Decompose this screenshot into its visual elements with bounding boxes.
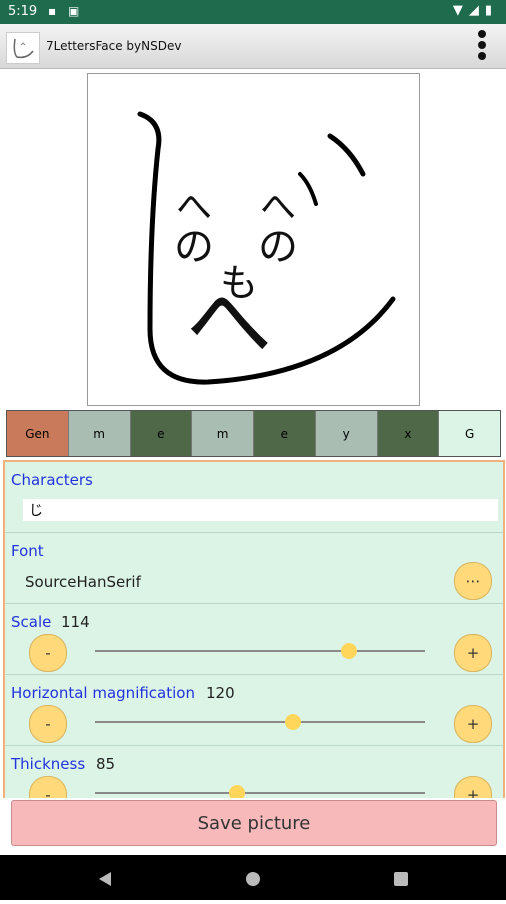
horizontal-label: Horizontal magnification [11,684,195,702]
face-picture: へ へ の の も へ [87,73,420,406]
thickness-value: 85 [96,755,116,773]
scale-label: Scale [11,613,52,631]
letter-cell[interactable]: e [254,411,316,456]
horizontal-plus-button[interactable]: + [454,705,492,743]
nav-back-icon[interactable] [99,872,111,886]
right-eyebrow: へ [260,187,296,228]
status-bar: 5:19 ▪ ▣ ▼◢▮ [0,0,506,24]
nav-home-icon[interactable] [246,872,260,886]
mouth: へ [186,273,272,373]
scale-slider-track[interactable] [95,650,425,652]
overflow-menu-icon[interactable] [474,27,490,65]
status-icons: ▼◢▮ [453,3,498,18]
font-section: Font SourceHanSerif ⋯ [5,533,503,604]
app-logo-icon [6,32,40,64]
characters-label: Characters [11,471,93,489]
characters-section: Characters [5,462,503,533]
thickness-slider-thumb[interactable] [228,785,245,798]
notification-icons: ▪ ▣ [48,4,84,18]
left-eye: の [174,224,214,270]
app-title: 7LettersFace byNSDev [46,39,182,53]
letter-cell[interactable]: Gen [7,411,69,456]
scale-minus-button[interactable]: - [29,634,67,672]
font-label: Font [11,542,44,560]
font-picker-button[interactable]: ⋯ [454,562,492,600]
scale-slider-thumb[interactable] [341,643,358,659]
thickness-plus-button[interactable]: + [454,776,492,798]
letter-cell[interactable]: x [377,411,440,456]
scale-section: Scale 114 - + [5,604,503,675]
horizontal-slider-track[interactable] [95,721,425,723]
horizontal-slider-thumb[interactable] [285,714,301,730]
horizontal-minus-button[interactable]: - [29,705,67,743]
letter-cell[interactable]: m [68,411,131,456]
thickness-minus-button[interactable]: - [29,776,67,798]
signal-icon: ◢ [468,3,485,18]
letter-cell[interactable]: y [315,411,378,456]
font-name: SourceHanSerif [25,573,141,591]
letter-selector-bar: Gen m e m e y x G [6,410,501,457]
letter-cell[interactable]: m [192,411,254,456]
save-picture-button[interactable]: Save picture [11,800,497,846]
characters-input[interactable] [23,499,498,521]
right-eye: の [258,224,298,270]
letter-cell[interactable]: e [130,411,193,456]
scale-value: 114 [61,613,90,631]
status-time: 5:19 [8,4,38,19]
horizontal-value: 120 [206,684,235,702]
settings-panel: Characters Font SourceHanSerif ⋯ Scale 1… [3,460,505,798]
thickness-slider-track[interactable] [95,792,425,794]
left-eyebrow: へ [176,187,212,228]
horizontal-section: Horizontal magnification 120 - + [5,675,503,746]
battery-icon: ▮ [484,3,498,18]
thickness-label: Thickness [11,755,86,773]
wifi-icon: ▼ [452,3,469,18]
nav-recents-icon[interactable] [394,872,408,886]
app-bar: 7LettersFace byNSDev [0,24,506,69]
thickness-section: Thickness 85 - + [5,746,503,798]
letter-cell[interactable]: G [439,411,500,456]
system-nav-bar [0,855,506,900]
scale-plus-button[interactable]: + [454,634,492,672]
